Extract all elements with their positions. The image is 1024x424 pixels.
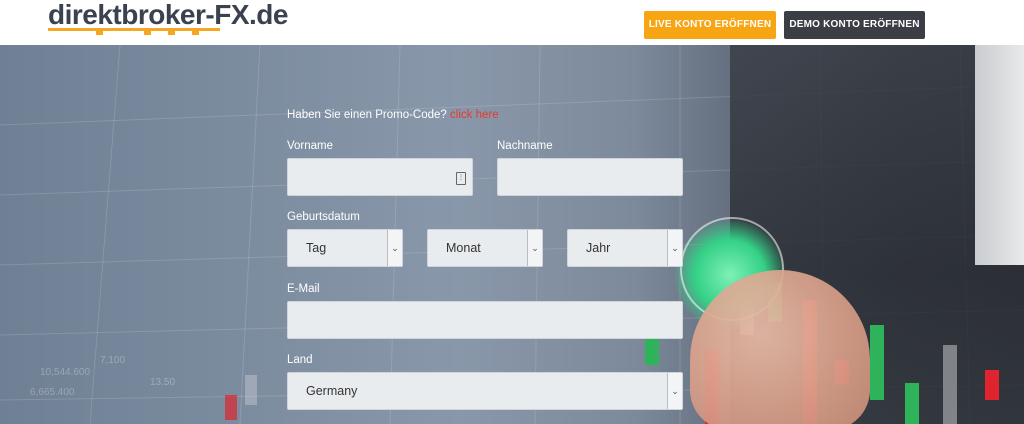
country-select[interactable]: Germany ⌄	[287, 372, 683, 410]
chevron-down-icon: ⌄	[527, 230, 542, 266]
year-select-value: Jahr	[586, 241, 611, 255]
birthdate-label: Geburtsdatum	[287, 211, 360, 223]
last-name-field[interactable]	[497, 158, 683, 196]
month-select[interactable]: Monat ⌄	[427, 229, 543, 267]
country-label: Land	[287, 354, 313, 366]
first-name-field[interactable]: ⋮	[287, 158, 473, 196]
site-header: direktbroker-FX.de LIVE KONTO ERÖFFNEN D…	[0, 0, 1024, 45]
promo-link[interactable]: click here	[450, 109, 499, 121]
email-field[interactable]	[287, 301, 683, 339]
demo-account-button[interactable]: DEMO KONTO ERÖFFNEN	[784, 11, 925, 39]
day-select-value: Tag	[306, 241, 327, 255]
day-select[interactable]: Tag ⌄	[287, 229, 403, 267]
last-name-label: Nachname	[497, 140, 553, 152]
logo-text: direktbroker-FX.de	[48, 0, 288, 30]
month-select-value: Monat	[446, 241, 481, 255]
live-account-button[interactable]: LIVE KONTO ERÖFFNEN	[644, 11, 776, 39]
email-label: E-Mail	[287, 283, 320, 295]
autofill-icon[interactable]: ⋮	[456, 172, 466, 185]
promo-text: Haben Sie einen Promo-Code?	[287, 109, 447, 121]
chevron-down-icon: ⌄	[667, 373, 682, 409]
chevron-down-icon: ⌄	[667, 230, 682, 266]
logo-underline	[48, 28, 220, 35]
year-select[interactable]: Jahr ⌄	[567, 229, 683, 267]
first-name-label: Vorname	[287, 140, 334, 152]
promo-code-line: Haben Sie einen Promo-Code? click here	[287, 109, 499, 121]
chevron-down-icon: ⌄	[387, 230, 402, 266]
country-select-value: Germany	[306, 384, 358, 398]
